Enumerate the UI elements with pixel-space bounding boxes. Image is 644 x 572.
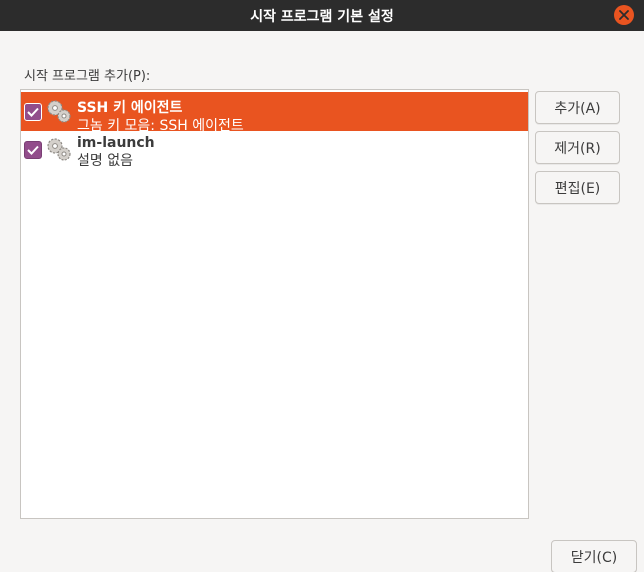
close-window-button[interactable]: [614, 5, 634, 25]
remove-button[interactable]: 제거(R): [535, 131, 620, 164]
enable-checkbox[interactable]: [24, 141, 42, 159]
window-title: 시작 프로그램 기본 설정: [250, 8, 394, 25]
program-description: 그놈 키 모음: SSH 에이전트: [77, 118, 244, 131]
close-icon: [619, 10, 629, 20]
program-name: SSH 키 에이전트: [77, 100, 183, 116]
edit-button[interactable]: 편집(E): [535, 171, 620, 204]
checkmark-icon: [27, 107, 39, 117]
close-button[interactable]: 닫기(C): [551, 540, 637, 572]
gears-icon: [47, 100, 71, 123]
checkmark-icon: [27, 145, 39, 155]
startup-program-list[interactable]: SSH 키 에이전트 그놈 키 모음: SSH 에이전트 im-launch 설…: [20, 89, 529, 519]
title-bar: 시작 프로그램 기본 설정: [0, 0, 644, 31]
enable-checkbox[interactable]: [24, 103, 42, 121]
program-texts: SSH 키 에이전트 그놈 키 모음: SSH 에이전트: [77, 99, 244, 131]
section-label: 시작 프로그램 추가(P):: [24, 69, 151, 84]
program-name: im-launch: [77, 135, 155, 151]
gears-icon: [47, 138, 71, 161]
program-texts: im-launch 설명 없음: [77, 134, 155, 170]
program-description: 설명 없음: [77, 153, 133, 169]
list-item-ssh-agent[interactable]: SSH 키 에이전트 그놈 키 모음: SSH 에이전트: [21, 92, 528, 131]
list-item-im-launch[interactable]: im-launch 설명 없음: [21, 131, 528, 177]
add-button[interactable]: 추가(A): [535, 91, 620, 124]
